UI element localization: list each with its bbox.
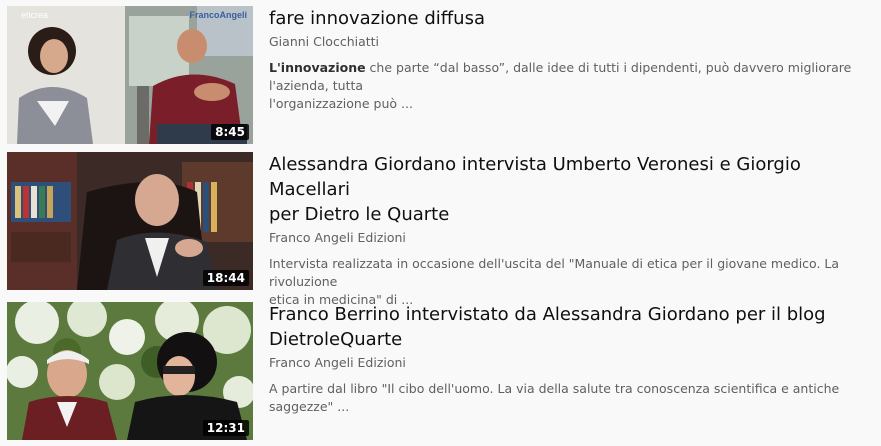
video-meta: Alessandra Giordano intervista Umberto V… [269, 152, 877, 309]
video-title[interactable]: Alessandra Giordano intervista Umberto V… [269, 152, 877, 227]
desc-text: A partire dal libro "Il cibo dell'uomo. … [269, 381, 840, 414]
channel-name[interactable]: Franco Angeli Edizioni [269, 229, 877, 247]
watermark-left: eticrea [21, 10, 49, 20]
video-title-line[interactable]: per Dietro le Quarte [269, 204, 449, 225]
desc-text: l'organizzazione può ... [269, 96, 413, 111]
video-description: Intervista realizzata in occasione dell'… [269, 255, 869, 309]
video-title-line[interactable]: Franco Berrino intervistato da Alessandr… [269, 304, 826, 325]
video-title-line[interactable]: DietroleQuarte [269, 329, 402, 350]
video-thumbnail[interactable]: 12:31 [7, 302, 253, 440]
video-meta: Franco Berrino intervistato da Alessandr… [269, 302, 877, 416]
video-item[interactable]: 12:31 Franco Berrino intervistato da Ale… [7, 302, 877, 440]
video-thumbnail[interactable]: eticrea FrancoAngeli 8:45 [7, 6, 253, 144]
duration-badge: 12:31 [202, 420, 249, 436]
video-title[interactable]: fare innovazione diffusa [269, 6, 877, 31]
video-meta: fare innovazione diffusa Gianni Clocchia… [269, 6, 877, 113]
watermark-right: FrancoAngeli [189, 10, 247, 20]
video-title[interactable]: Franco Berrino intervistato da Alessandr… [269, 302, 877, 352]
desc-text: Intervista realizzata in occasione dell'… [269, 256, 840, 289]
video-item[interactable]: eticrea FrancoAngeli 8:45 fare innovazio… [7, 6, 877, 144]
video-description: A partire dal libro "Il cibo dell'uomo. … [269, 380, 869, 416]
channel-name[interactable]: Franco Angeli Edizioni [269, 354, 877, 372]
duration-badge: 8:45 [211, 124, 249, 140]
video-title-line[interactable]: Alessandra Giordano intervista Umberto V… [269, 154, 801, 200]
video-item[interactable]: 18:44 Alessandra Giordano intervista Umb… [7, 152, 877, 307]
video-title-line[interactable]: fare innovazione diffusa [269, 8, 485, 29]
video-description: L'innovazione che parte “dal basso”, dal… [269, 59, 869, 113]
channel-name[interactable]: Gianni Clocchiatti [269, 33, 877, 51]
duration-badge: 18:44 [202, 270, 249, 286]
desc-highlight: L'innovazione [269, 60, 366, 75]
video-thumbnail[interactable]: 18:44 [7, 152, 253, 290]
